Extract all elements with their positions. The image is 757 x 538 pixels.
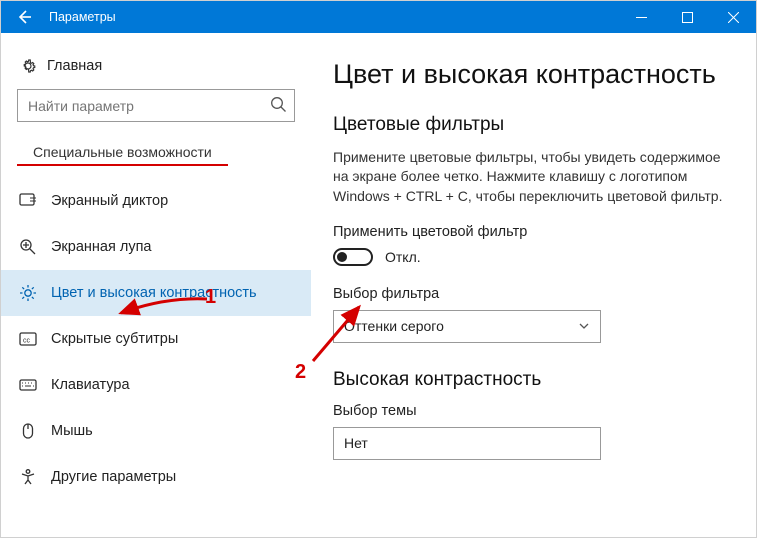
chevron-down-icon: [578, 320, 590, 332]
magnifier-icon: [17, 238, 39, 256]
keyboard-icon: [17, 376, 39, 394]
filter-choice-value: Оттенки серого: [344, 318, 444, 334]
window-title: Параметры: [47, 10, 618, 24]
minimize-button[interactable]: [618, 1, 664, 33]
settings-window: Параметры Главная: [0, 0, 757, 538]
content-area: Главная Специальные возможности Экранный…: [1, 33, 756, 537]
sidebar-item-color-contrast[interactable]: Цвет и высокая контрастность: [1, 270, 311, 316]
sidebar-item-other[interactable]: Другие параметры: [1, 454, 311, 500]
maximize-icon: [682, 12, 693, 23]
home-button[interactable]: Главная: [1, 51, 311, 89]
apply-filter-label: Применить цветовой фильтр: [333, 224, 734, 240]
close-icon: [728, 12, 739, 23]
close-button[interactable]: [710, 1, 756, 33]
apply-filter-toggle-row: Откл.: [333, 248, 734, 266]
narrator-icon: [17, 192, 39, 210]
sidebar: Главная Специальные возможности Экранный…: [1, 33, 311, 537]
accessibility-icon: [17, 468, 39, 486]
brightness-icon: [17, 284, 39, 302]
captions-icon: cc: [17, 330, 39, 348]
sidebar-item-label: Экранный диктор: [39, 193, 168, 209]
search-icon: [270, 96, 287, 113]
sidebar-item-label: Другие параметры: [39, 469, 176, 485]
filter-choice-label: Выбор фильтра: [333, 286, 734, 302]
theme-choice-dropdown[interactable]: Нет: [333, 427, 601, 460]
theme-choice-label: Выбор темы: [333, 403, 734, 419]
apply-filter-toggle[interactable]: [333, 248, 373, 266]
back-button[interactable]: [1, 1, 47, 33]
titlebar: Параметры: [1, 1, 756, 33]
home-label: Главная: [39, 58, 102, 74]
maximize-button[interactable]: [664, 1, 710, 33]
arrow-left-icon: [16, 9, 32, 25]
svg-text:cc: cc: [23, 338, 31, 345]
search-input[interactable]: [17, 89, 295, 122]
section-color-filters-heading: Цветовые фильтры: [333, 114, 734, 136]
minimize-icon: [636, 12, 647, 23]
sidebar-item-narrator[interactable]: Экранный диктор: [1, 178, 311, 224]
sidebar-section-header: Специальные возможности: [17, 140, 228, 166]
toggle-knob: [337, 252, 347, 262]
gear-icon: [17, 57, 39, 75]
sidebar-item-label: Экранная лупа: [39, 239, 151, 255]
color-filters-description: Примените цветовые фильтры, чтобы увидет…: [333, 148, 734, 206]
search-box: [17, 89, 295, 122]
sidebar-item-label: Цвет и высокая контрастность: [39, 285, 257, 301]
toggle-state-text: Откл.: [385, 249, 421, 265]
theme-choice-value: Нет: [344, 435, 368, 451]
mouse-icon: [17, 422, 39, 440]
sidebar-item-keyboard[interactable]: Клавиатура: [1, 362, 311, 408]
sidebar-item-label: Клавиатура: [39, 377, 130, 393]
sidebar-item-label: Скрытые субтитры: [39, 331, 178, 347]
sidebar-item-magnifier[interactable]: Экранная лупа: [1, 224, 311, 270]
sidebar-item-captions[interactable]: cc Скрытые субтитры: [1, 316, 311, 362]
section-high-contrast-heading: Высокая контрастность: [333, 369, 734, 391]
filter-choice-dropdown[interactable]: Оттенки серого: [333, 310, 601, 343]
page-title: Цвет и высокая контрастность: [333, 59, 734, 90]
sidebar-item-mouse[interactable]: Мышь: [1, 408, 311, 454]
sidebar-item-label: Мышь: [39, 423, 93, 439]
main-panel: Цвет и высокая контрастность Цветовые фи…: [311, 33, 756, 537]
